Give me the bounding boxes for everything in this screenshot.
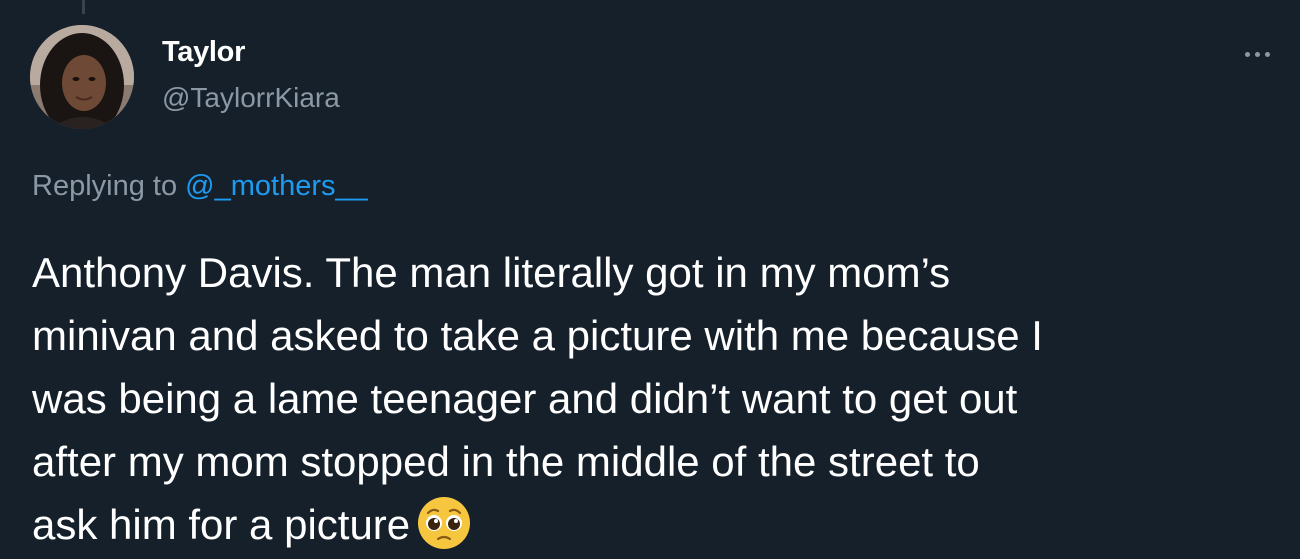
more-options-button[interactable] bbox=[1232, 36, 1282, 72]
tweet-text: Anthony Davis. The man literally got in … bbox=[32, 249, 1043, 548]
ellipsis-icon bbox=[1244, 51, 1250, 57]
ellipsis-icon bbox=[1264, 51, 1270, 57]
replying-to-line: Replying to @_mothers__ bbox=[32, 170, 368, 203]
ellipsis-icon bbox=[1254, 51, 1260, 57]
author-avatar[interactable] bbox=[30, 25, 134, 129]
tweet-body: Anthony Davis. The man literally got in … bbox=[32, 241, 1272, 556]
author-name[interactable]: Taylor bbox=[162, 36, 245, 69]
replying-to-label: Replying to bbox=[32, 170, 178, 202]
profile-photo-icon bbox=[30, 25, 134, 129]
pleading-face-emoji-icon bbox=[416, 495, 472, 551]
author-handle[interactable]: @TaylorrKiara bbox=[162, 82, 340, 114]
thread-connector-line bbox=[82, 0, 85, 14]
reply-mention-link[interactable]: @_mothers__ bbox=[185, 170, 368, 202]
